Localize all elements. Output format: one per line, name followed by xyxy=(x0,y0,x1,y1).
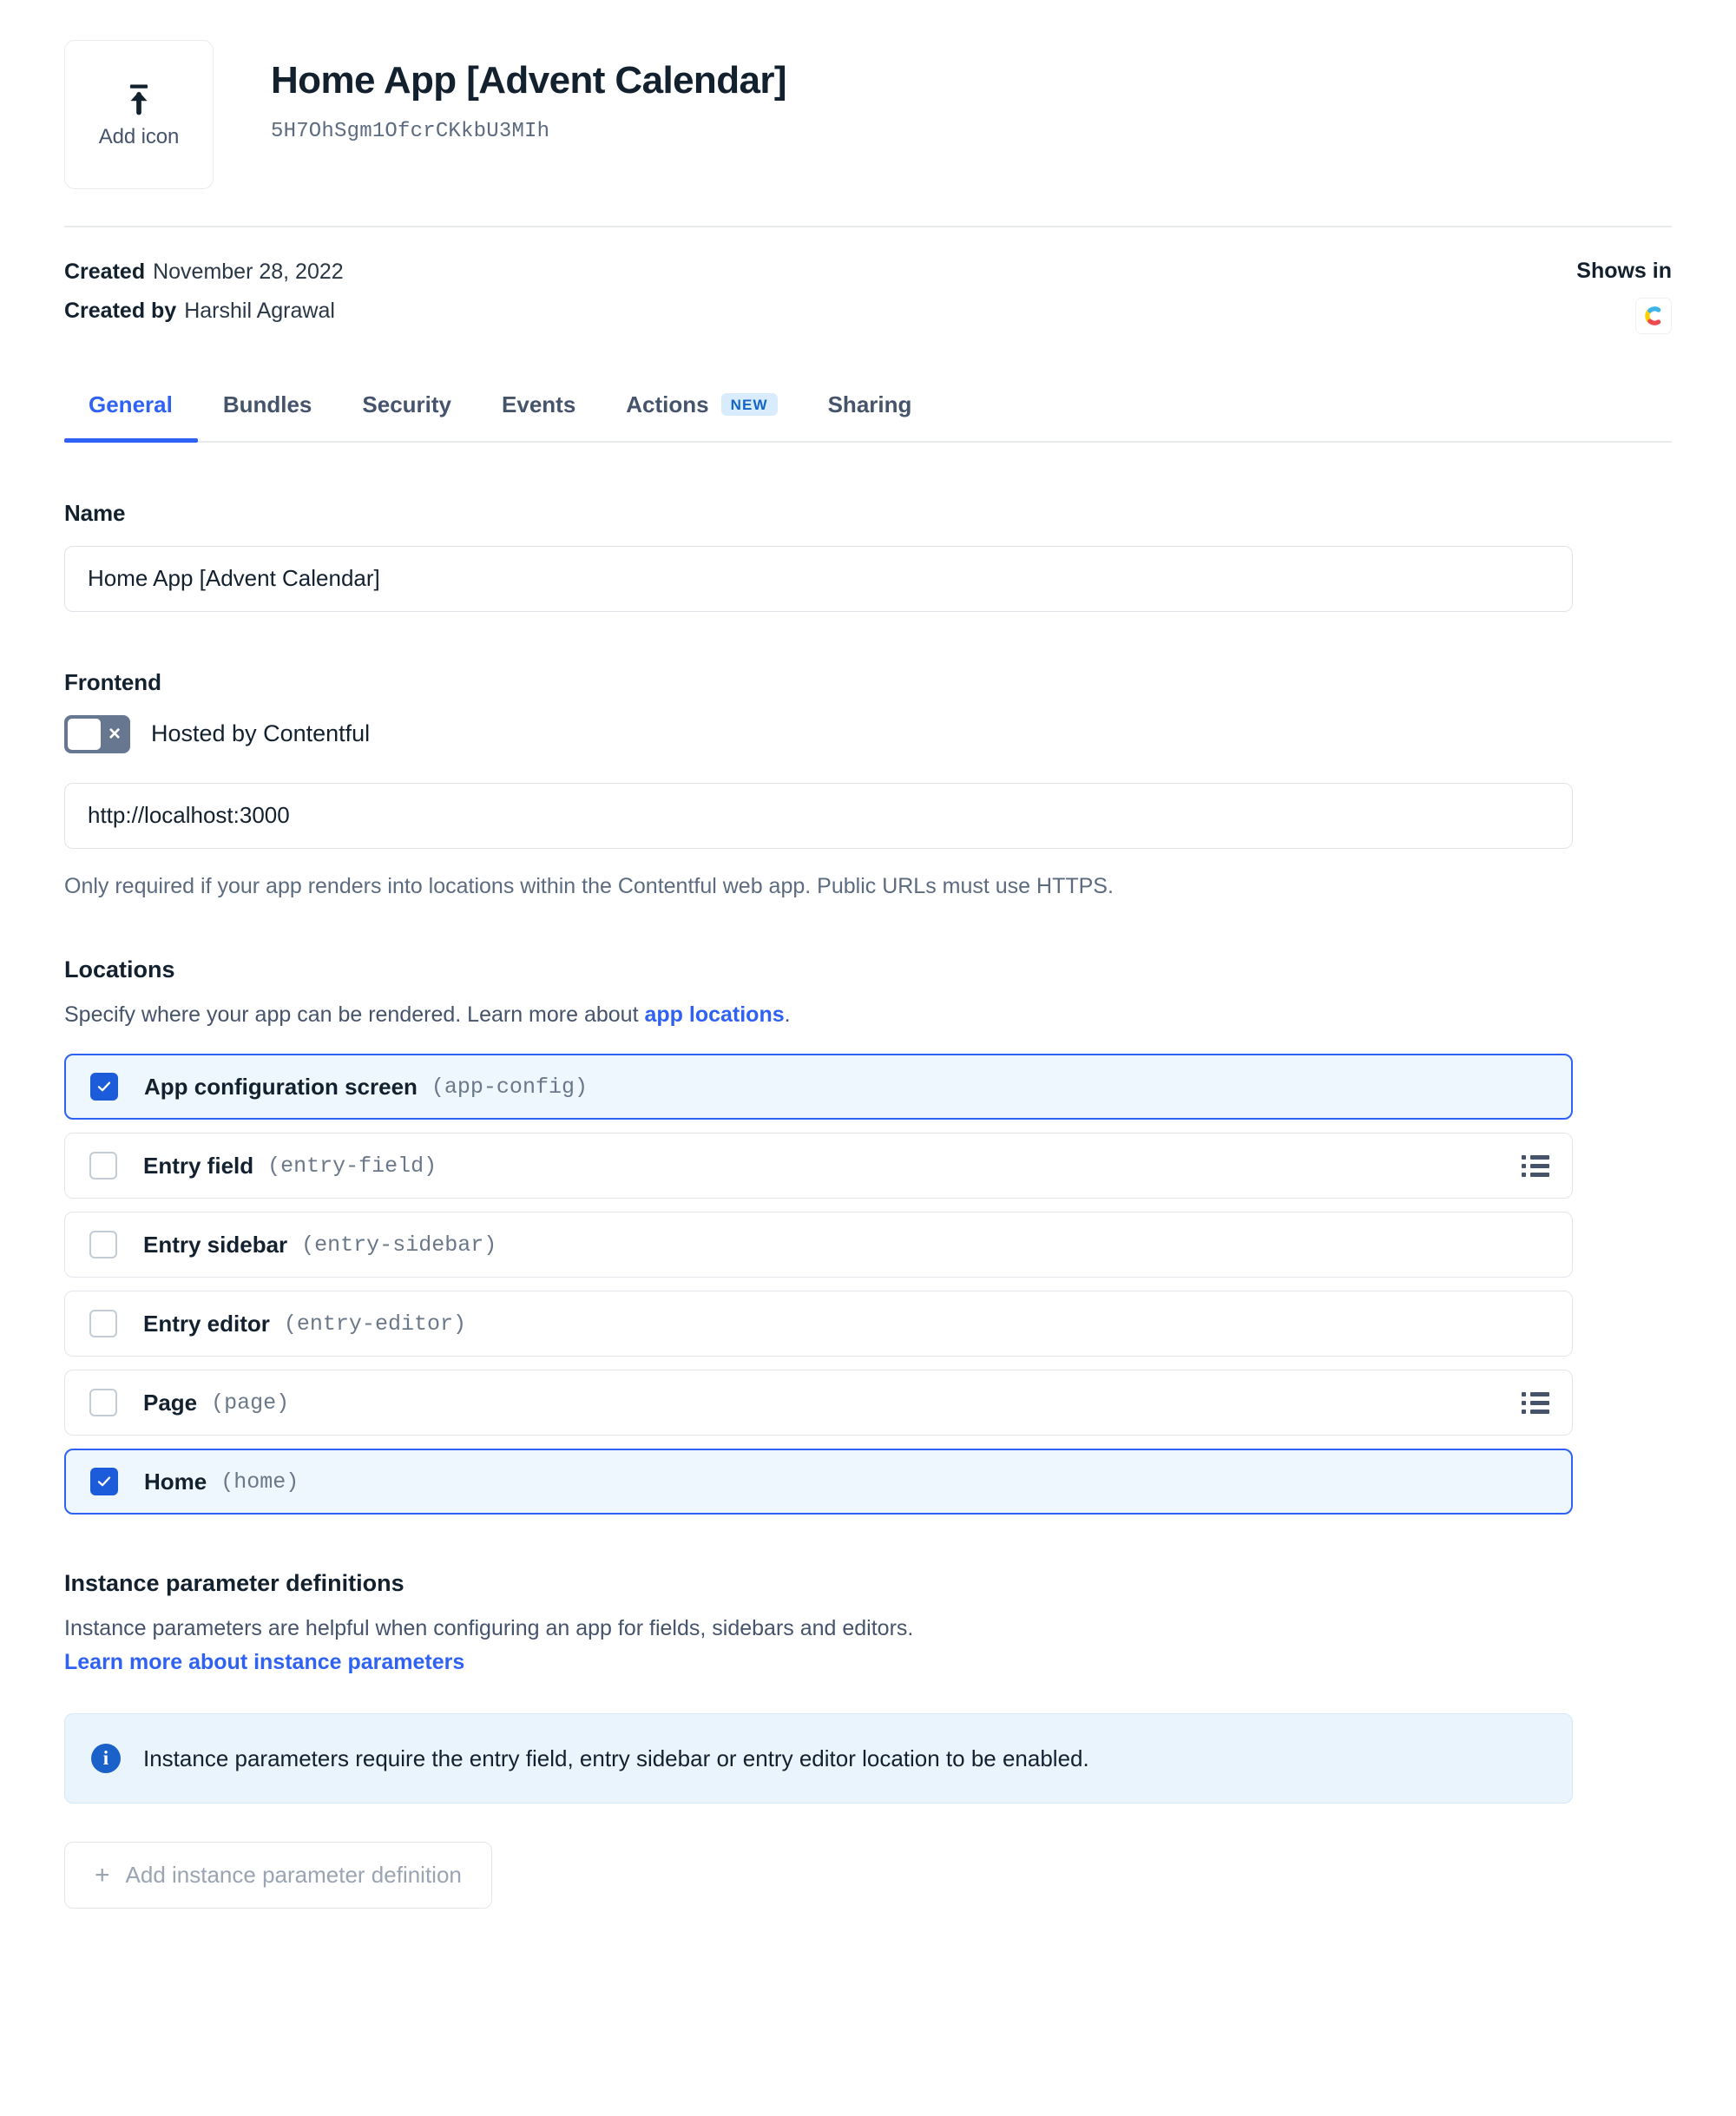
add-instance-parameter-definition-label: Add instance parameter definition xyxy=(125,1862,462,1889)
location-slug-entry-field: (entry-field) xyxy=(267,1153,437,1179)
location-slug-home: (home) xyxy=(220,1469,299,1495)
tab-sharing[interactable]: Sharing xyxy=(803,391,937,441)
checkbox-home[interactable] xyxy=(90,1468,118,1496)
tab-security[interactable]: Security xyxy=(337,391,477,441)
app-definition-id: 5H7OhSgm1OfcrCKkbU3MIh xyxy=(271,120,550,144)
tab-bar: General Bundles Security Events Actions … xyxy=(64,391,1672,444)
instance-parameters-learn-more-row: Learn more about instance parameters xyxy=(64,1650,1672,1675)
toggle-off-mark: × xyxy=(108,721,121,746)
locations-section: Locations Specify where your app can be … xyxy=(64,956,1672,1515)
tab-actions-label: Actions xyxy=(626,391,709,417)
locations-description-prefix: Specify where your app can be rendered. … xyxy=(64,1002,645,1028)
app-definition-page: Add icon Home App [Advent Calendar] 5H7O… xyxy=(0,0,1736,2116)
header-text-block: Home App [Advent Calendar] 5H7OhSgm1Ofcr… xyxy=(214,40,787,144)
add-icon-upload-button[interactable]: Add icon xyxy=(64,40,214,189)
location-label-app-config: App configuration screen xyxy=(144,1073,418,1100)
created-by-value: Harshil Agrawal xyxy=(184,298,335,323)
tab-events[interactable]: Events xyxy=(477,391,601,441)
location-label-entry-sidebar: Entry sidebar xyxy=(143,1231,288,1258)
location-row-entry-sidebar[interactable]: Entry sidebar (entry-sidebar) xyxy=(64,1212,1573,1278)
frontend-label: Frontend xyxy=(64,668,161,695)
tab-events-label: Events xyxy=(502,391,576,417)
created-by-row: Created by Harshil Agrawal xyxy=(64,298,344,325)
toggle-knob xyxy=(68,718,101,750)
location-slug-app-config: (app-config) xyxy=(431,1074,588,1100)
name-section: Name Home App [Advent Calendar] xyxy=(64,500,1672,612)
tab-general-label: General xyxy=(89,391,173,417)
checkbox-entry-sidebar[interactable] xyxy=(89,1231,117,1259)
instance-parameters-section: Instance parameter definitions Instance … xyxy=(64,1570,1672,1909)
app-locations-link[interactable]: app locations xyxy=(644,1002,784,1027)
app-url-input[interactable]: http://localhost:3000 xyxy=(64,782,1573,849)
locations-description: Specify where your app can be rendered. … xyxy=(64,1002,1672,1028)
bottom-spacer xyxy=(0,1909,1736,1969)
location-row-page[interactable]: Page (page) xyxy=(64,1370,1573,1436)
location-row-entry-field[interactable]: Entry field (entry-field) xyxy=(64,1133,1573,1199)
app-header: Add icon Home App [Advent Calendar] 5H7O… xyxy=(0,0,1736,189)
checkbox-app-config[interactable] xyxy=(90,1073,118,1101)
created-label: Created xyxy=(64,259,146,284)
location-row-entry-editor[interactable]: Entry editor (entry-editor) xyxy=(64,1291,1573,1357)
location-slug-entry-editor: (entry-editor) xyxy=(283,1311,466,1337)
tab-bundles[interactable]: Bundles xyxy=(198,391,338,441)
location-row-home[interactable]: Home (home) xyxy=(64,1449,1573,1515)
add-instance-parameter-definition-button[interactable]: + Add instance parameter definition xyxy=(64,1842,492,1909)
locations-list: App configuration screen (app-config) En… xyxy=(64,1054,1672,1515)
tab-sharing-label: Sharing xyxy=(827,391,912,417)
metadata-left: Created November 28, 2022 Created by Harsh… xyxy=(64,259,344,325)
hosted-by-contentful-toggle[interactable]: × xyxy=(64,714,130,753)
instance-parameters-notice: i Instance parameters require the entry … xyxy=(64,1713,1573,1804)
checkbox-entry-field[interactable] xyxy=(89,1152,117,1180)
new-badge: NEW xyxy=(720,393,778,417)
location-label-entry-editor: Entry editor xyxy=(143,1310,270,1337)
locations-title: Locations xyxy=(64,956,175,983)
created-value: November 28, 2022 xyxy=(153,259,344,284)
hosted-by-contentful-row: × Hosted by Contentful xyxy=(64,714,1672,753)
learn-more-instance-parameters-link[interactable]: Learn more about instance parameters xyxy=(64,1650,464,1674)
instance-parameters-description: Instance parameters are helpful when con… xyxy=(64,1616,914,1641)
location-label-home: Home xyxy=(144,1468,207,1495)
location-row-app-config[interactable]: App configuration screen (app-config) xyxy=(64,1054,1573,1120)
shows-in-icons xyxy=(1635,297,1672,334)
field-types-list-icon[interactable] xyxy=(1522,1154,1549,1177)
metadata-row: Created November 28, 2022 Created by Harsh… xyxy=(64,259,1672,334)
name-field-label: Name xyxy=(64,499,126,526)
name-input[interactable]: Home App [Advent Calendar] xyxy=(64,545,1573,612)
tab-security-label: Security xyxy=(362,391,452,417)
frontend-section: Frontend × Hosted by Contentful http://l… xyxy=(64,669,1672,902)
hosted-by-contentful-label: Hosted by Contentful xyxy=(151,720,371,747)
tab-general[interactable]: General xyxy=(64,391,198,444)
metadata-right: Shows in xyxy=(1576,259,1672,334)
tab-actions[interactable]: Actions NEW xyxy=(601,391,802,441)
info-icon: i xyxy=(91,1744,121,1774)
checkbox-page[interactable] xyxy=(89,1389,117,1417)
page-options-list-icon[interactable] xyxy=(1522,1391,1549,1414)
tab-bundles-label: Bundles xyxy=(222,391,312,417)
location-label-page: Page xyxy=(143,1389,198,1416)
checkbox-entry-editor[interactable] xyxy=(89,1310,117,1338)
plus-icon: + xyxy=(95,1860,110,1889)
header-divider xyxy=(64,226,1672,227)
locations-description-suffix: . xyxy=(784,1002,791,1028)
location-slug-page: (page) xyxy=(211,1390,290,1416)
shows-in-label: Shows in xyxy=(1576,258,1672,283)
page-title: Home App [Advent Calendar] xyxy=(271,59,787,102)
contentful-logo-icon xyxy=(1635,297,1672,334)
instance-parameters-title: Instance parameter definitions xyxy=(64,1570,404,1597)
add-icon-label: Add icon xyxy=(98,125,180,148)
instance-parameters-notice-text: Instance parameters require the entry fi… xyxy=(143,1745,1089,1771)
location-slug-entry-sidebar: (entry-sidebar) xyxy=(301,1232,497,1258)
frontend-helper-text: Only required if your app renders into l… xyxy=(64,873,1114,898)
created-by-label: Created by xyxy=(64,298,177,323)
upload-icon xyxy=(120,80,158,125)
location-label-entry-field: Entry field xyxy=(143,1152,254,1179)
created-row: Created November 28, 2022 xyxy=(64,259,344,286)
